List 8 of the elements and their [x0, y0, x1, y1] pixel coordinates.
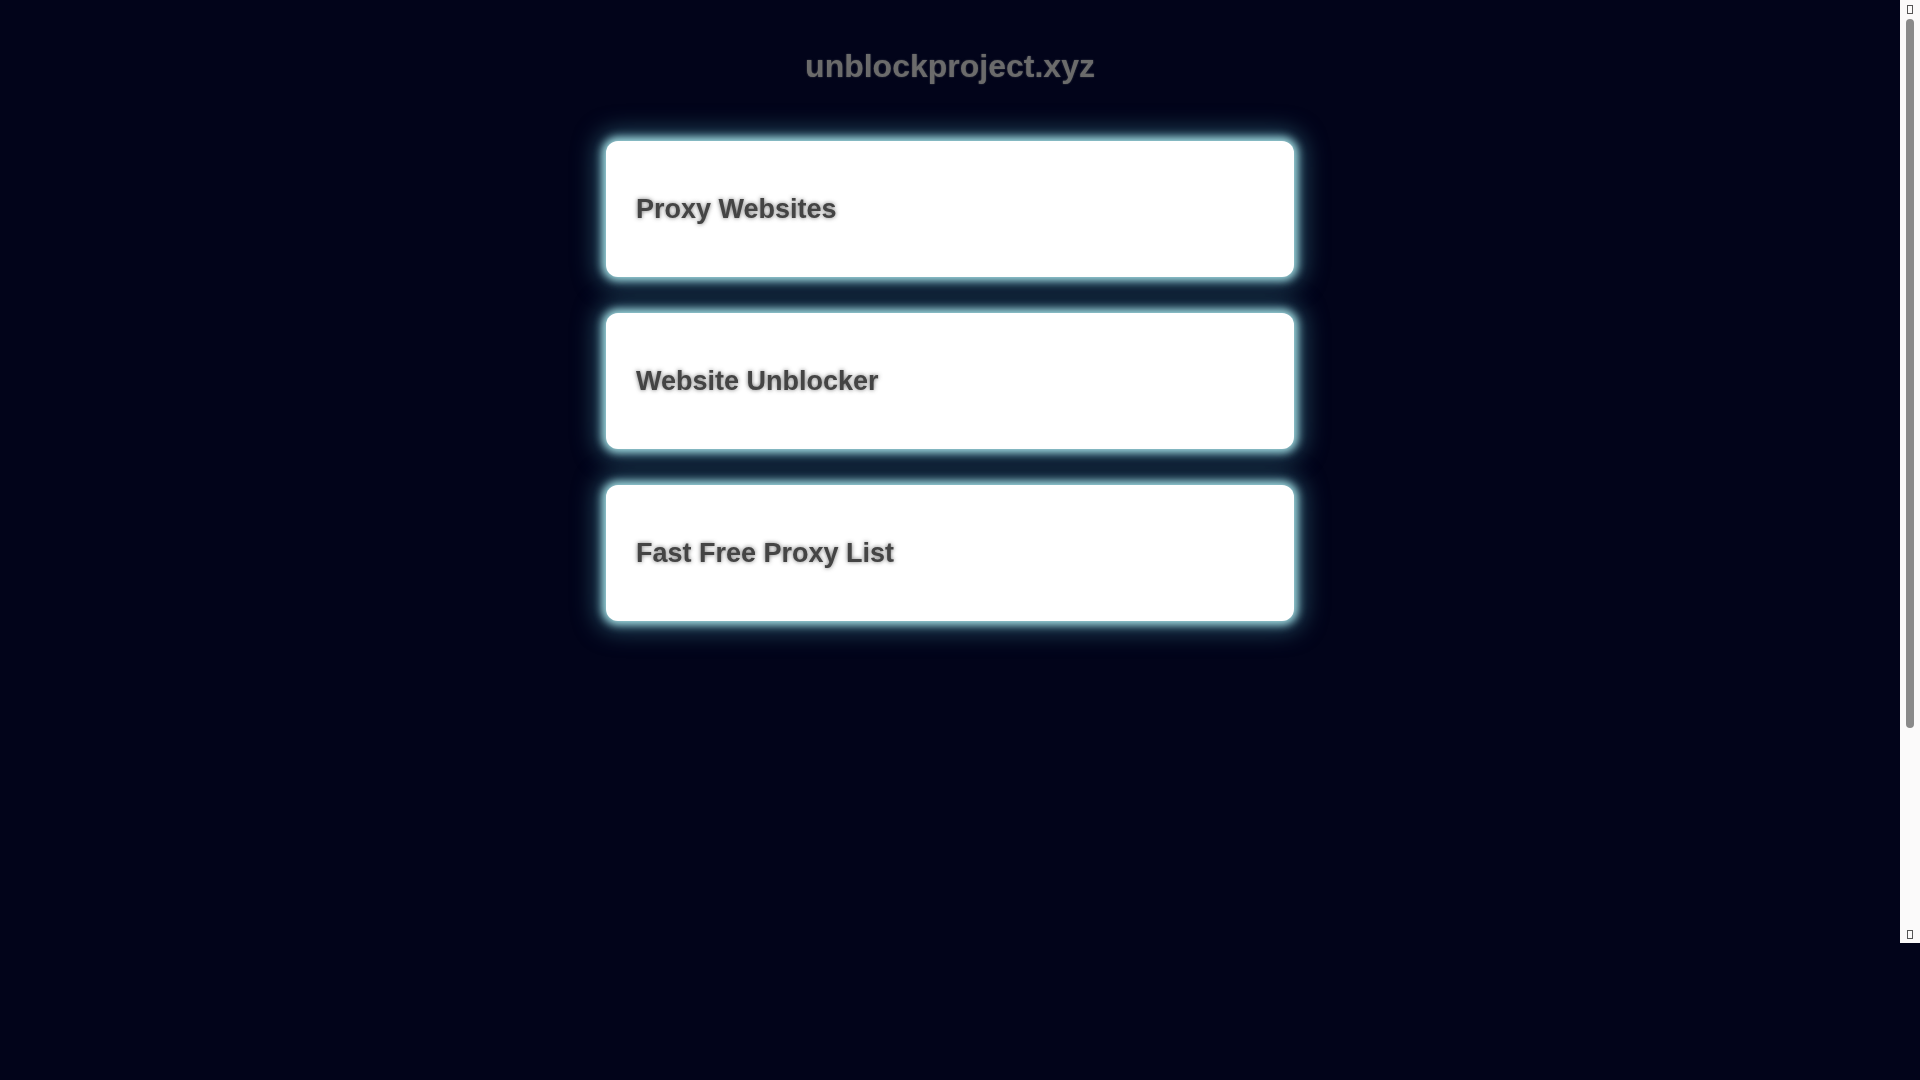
site-title: unblockproject.xyz — [805, 48, 1095, 85]
scrollbar[interactable] — [1900, 0, 1920, 943]
related-link[interactable]: Website Unblocker — [606, 313, 1294, 449]
related-link[interactable]: Proxy Websites — [606, 141, 1294, 277]
rectangle-icon[interactable] — [1907, 930, 1913, 939]
related-link[interactable]: Fast Free Proxy List — [606, 485, 1294, 621]
scrollbar-thumb[interactable] — [1906, 19, 1914, 728]
rectangle-icon[interactable] — [1907, 5, 1913, 14]
